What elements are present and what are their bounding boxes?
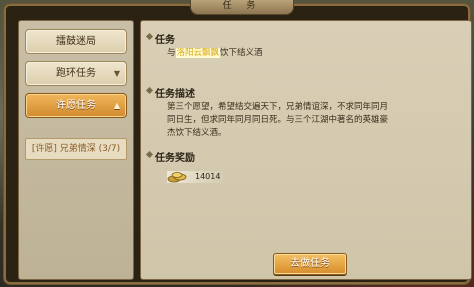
tab-paohuan[interactable]: 跑环任务 ▼ [25, 61, 127, 86]
task-category-list: 擂鼓迷局 跑环任务 ▼ 许愿任务 ▲ [许愿] 兄弟情深 (3/7) [18, 20, 134, 280]
npc-link[interactable]: 洛阳云飘飘 [175, 48, 221, 58]
tab-label: 跑环任务 [56, 68, 96, 79]
chevron-up-icon: ▲ [113, 101, 120, 110]
bullet-icon [145, 32, 154, 41]
go-task-button[interactable]: 去做任务 [273, 253, 347, 275]
bullet-icon [145, 150, 154, 159]
task-detail-panel: 任务 与洛阳云飘飘饮下结义酒 任务描述 第三个愿望，希望结交遍天下，兄弟情谊深，… [140, 20, 472, 280]
task-window: 任 务 擂鼓迷局 跑环任务 ▼ 许愿任务 ▲ [许愿] 兄弟情深 (3/7) 任… [4, 0, 472, 284]
task-objective: 与洛阳云飘飘饮下结义酒 [167, 48, 263, 58]
tab-label: 擂鼓迷局 [56, 36, 96, 47]
tab-xuyuan[interactable]: 许愿任务 ▲ [25, 93, 127, 118]
task-item-label: [许愿] 兄弟情深 (3/7) [31, 144, 121, 154]
tab-label: 许愿任务 [56, 100, 96, 111]
reward-row: 14014 [167, 171, 227, 183]
tab-leigu[interactable]: 擂鼓迷局 [25, 29, 127, 54]
desc-heading: 任务描述 [145, 85, 195, 100]
window-title: 任 务 [190, 0, 294, 15]
bullet-icon [145, 86, 154, 95]
task-heading: 任务 [145, 31, 175, 46]
game-scene: 任 务 擂鼓迷局 跑环任务 ▼ 许愿任务 ▲ [许愿] 兄弟情深 (3/7) 任… [0, 0, 474, 287]
task-description: 第三个愿望，希望结交遍天下，兄弟情谊深，不求同年同月 同日生，但求同年同月同日死… [167, 102, 389, 138]
list-item-task[interactable]: [许愿] 兄弟情深 (3/7) [25, 138, 127, 160]
reward-heading: 任务奖励 [145, 149, 195, 164]
coin-icon [167, 172, 187, 183]
reward-value: 14014 [195, 172, 221, 181]
chevron-down-icon: ▼ [113, 69, 120, 78]
